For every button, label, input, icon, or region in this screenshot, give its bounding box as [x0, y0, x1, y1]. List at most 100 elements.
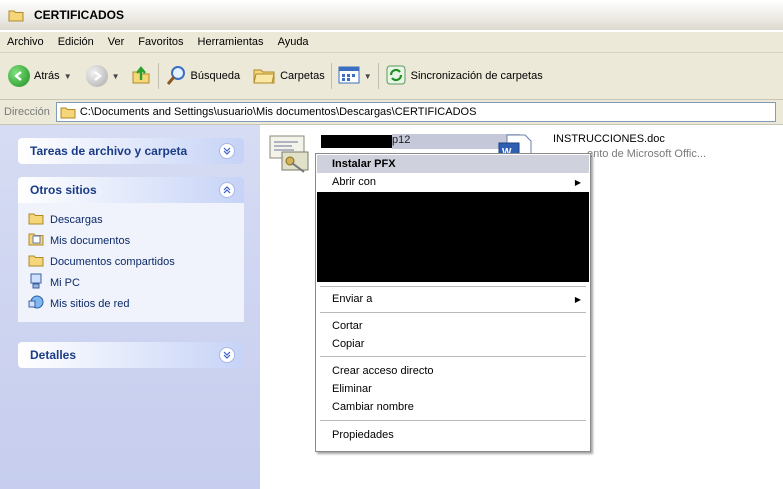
- menu-favoritos[interactable]: Favoritos: [131, 36, 190, 48]
- other-places-title: Otros sitios: [30, 183, 97, 197]
- redacted-menu-items: [317, 192, 589, 282]
- up-folder-icon: [130, 64, 152, 89]
- sync-label: Sincronización de carpetas: [410, 70, 543, 82]
- menu-item-label: Copiar: [332, 338, 365, 350]
- menu-item-rename[interactable]: Cambiar nombre: [317, 398, 589, 416]
- menu-bar: Archivo Edición Ver Favoritos Herramient…: [0, 32, 783, 53]
- menu-item-label: Cambiar nombre: [332, 401, 414, 413]
- menu-separator: [320, 286, 586, 287]
- back-arrow-icon: [8, 65, 30, 87]
- folders-button[interactable]: Carpetas: [252, 61, 325, 91]
- folders-label: Carpetas: [280, 70, 325, 82]
- sidebar-item-mis-documentos[interactable]: Mis documentos: [28, 230, 234, 251]
- submenu-arrow-icon: ▶: [574, 177, 581, 187]
- menu-item-copy[interactable]: Copiar: [317, 335, 589, 353]
- folder-icon: [8, 9, 24, 22]
- file-tasks-panel: Tareas de archivo y carpeta: [18, 138, 244, 164]
- toolbar-separator: [377, 63, 379, 89]
- menu-edicion[interactable]: Edición: [51, 36, 101, 48]
- folder-icon: [28, 212, 44, 228]
- chevron-down-icon[interactable]: ▼: [112, 72, 120, 81]
- other-places-panel: Otros sitios Descargas Mis documentos Do…: [18, 177, 244, 322]
- toolbar-separator: [330, 63, 332, 89]
- forward-arrow-icon: [85, 65, 108, 87]
- forward-button[interactable]: ▼: [85, 61, 120, 91]
- certificate-file-extension: p12: [392, 134, 411, 146]
- menu-item-label: Crear acceso directo: [332, 365, 434, 377]
- collapse-icon[interactable]: [219, 182, 235, 198]
- details-panel: Detalles: [18, 342, 244, 368]
- file-tasks-title: Tareas de archivo y carpeta: [30, 144, 188, 158]
- redacted-filename: [321, 135, 392, 148]
- doc-file-name: INSTRUCCIONES.doc: [553, 133, 665, 145]
- file-tasks-header[interactable]: Tareas de archivo y carpeta: [18, 138, 244, 164]
- menu-item-install-pfx[interactable]: Instalar PFX: [317, 155, 589, 173]
- menu-herramientas[interactable]: Herramientas: [191, 36, 271, 48]
- my-computer-icon: [28, 273, 44, 292]
- menu-separator: [320, 420, 586, 421]
- details-title: Detalles: [30, 348, 77, 362]
- task-pane: Tareas de archivo y carpeta Otros sitios…: [0, 125, 260, 489]
- menu-ayuda[interactable]: Ayuda: [271, 36, 316, 48]
- menu-item-delete[interactable]: Eliminar: [317, 380, 589, 398]
- chevron-down-icon[interactable]: ▼: [364, 72, 372, 81]
- sidebar-item-mi-pc[interactable]: Mi PC: [28, 272, 234, 293]
- network-places-icon: [28, 294, 44, 313]
- sidebar-item-mis-sitios-de-red[interactable]: Mis sitios de red: [28, 293, 234, 314]
- menu-separator: [320, 356, 586, 357]
- menu-item-cut[interactable]: Cortar: [317, 317, 589, 335]
- toolbar-separator: [157, 63, 159, 89]
- window-title: CERTIFICADOS: [34, 8, 124, 22]
- folder-icon: [60, 106, 76, 119]
- details-header[interactable]: Detalles: [18, 342, 244, 368]
- sidebar-item-descargas[interactable]: Descargas: [28, 209, 234, 230]
- address-label: Dirección: [4, 106, 50, 118]
- address-input[interactable]: C:\Documents and Settings\usuario\Mis do…: [55, 102, 776, 122]
- back-button[interactable]: Atrás ▼: [8, 61, 72, 91]
- menu-item-label: Instalar PFX: [332, 158, 396, 170]
- title-bar: CERTIFICADOS: [0, 0, 783, 30]
- certificate-icon: [268, 130, 314, 179]
- other-places-header[interactable]: Otros sitios: [18, 177, 244, 203]
- doc-file-type: ento de Microsoft Offic...: [587, 148, 707, 160]
- sync-folders-button[interactable]: Sincronización de carpetas: [385, 61, 543, 91]
- menu-item-properties[interactable]: Propiedades: [317, 426, 589, 444]
- menu-item-label: Cortar: [332, 320, 363, 332]
- menu-archivo[interactable]: Archivo: [0, 36, 51, 48]
- context-menu: Instalar PFX Abrir con ▶ Enviar a ▶ Cort…: [315, 153, 591, 452]
- sidebar-item-label: Mi PC: [50, 276, 80, 289]
- sidebar-item-label: Descargas: [50, 213, 103, 226]
- menu-item-open-with[interactable]: Abrir con ▶: [317, 173, 589, 191]
- search-icon: [165, 64, 187, 89]
- menu-item-label: Propiedades: [332, 429, 394, 441]
- sidebar-item-label: Mis sitios de red: [50, 297, 130, 310]
- menu-item-label: Eliminar: [332, 383, 372, 395]
- sidebar-item-label: Mis documentos: [50, 234, 131, 247]
- chevron-down-icon[interactable]: ▼: [64, 72, 72, 81]
- other-places-list: Descargas Mis documentos Documentos comp…: [18, 203, 244, 322]
- back-label: Atrás: [34, 70, 60, 82]
- views-button[interactable]: ▼: [338, 61, 372, 91]
- sidebar-item-label: Documentos compartidos: [50, 255, 175, 268]
- menu-item-create-shortcut[interactable]: Crear acceso directo: [317, 362, 589, 380]
- folders-icon: [252, 64, 276, 89]
- expand-icon[interactable]: [219, 347, 235, 363]
- expand-icon[interactable]: [219, 143, 235, 159]
- menu-ver[interactable]: Ver: [101, 36, 132, 48]
- toolbar: Atrás ▼ ▼ Búsqueda Carpetas ▼ Sincroniza…: [0, 53, 783, 100]
- views-icon: [338, 65, 360, 88]
- menu-separator: [320, 312, 586, 313]
- submenu-arrow-icon: ▶: [574, 294, 581, 304]
- menu-item-label: Abrir con: [332, 176, 377, 188]
- address-path: C:\Documents and Settings\usuario\Mis do…: [79, 106, 477, 118]
- menu-item-send-to[interactable]: Enviar a ▶: [317, 290, 589, 308]
- sidebar-item-documentos-compartidos[interactable]: Documentos compartidos: [28, 251, 234, 272]
- folder-icon: [28, 254, 44, 270]
- search-label: Búsqueda: [190, 70, 241, 82]
- sync-icon: [385, 64, 407, 89]
- address-bar: Dirección C:\Documents and Settings\usua…: [0, 100, 783, 125]
- my-documents-icon: [28, 232, 44, 249]
- menu-item-label: Enviar a: [332, 293, 373, 305]
- up-folder-button[interactable]: [130, 61, 152, 91]
- search-button[interactable]: Búsqueda: [165, 61, 241, 91]
